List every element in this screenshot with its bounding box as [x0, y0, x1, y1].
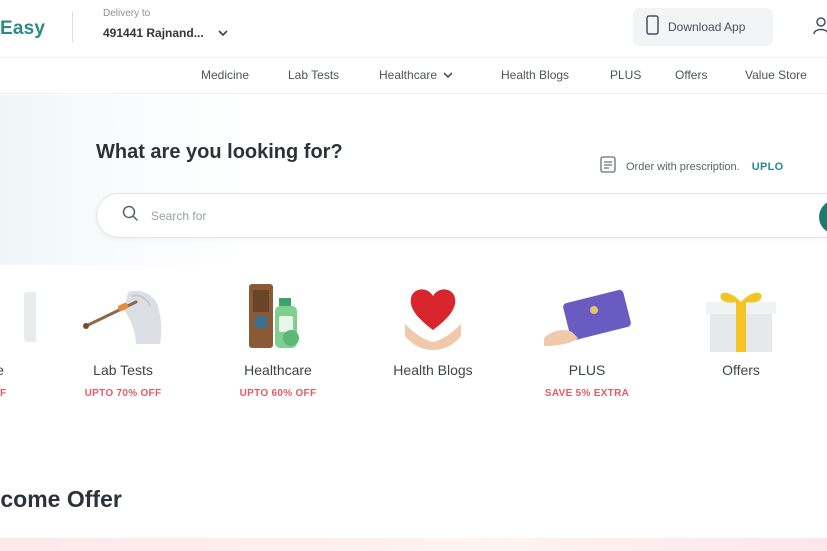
prescription-icon	[600, 156, 616, 178]
header-divider	[72, 12, 73, 42]
brand-logo[interactable]: Easy	[0, 18, 45, 40]
top-header: Easy Delivery to 491441 Rajnand... Downl…	[0, 0, 827, 58]
chevron-down-icon	[443, 71, 453, 78]
nav-item-healthcare-label: Healthcare	[379, 68, 438, 82]
search-bar[interactable]	[96, 193, 827, 238]
nav-item-healthcare[interactable]: Healthcare	[379, 68, 453, 82]
category-label: Lab Tests	[93, 362, 153, 378]
health-blogs-illustration	[368, 280, 498, 352]
category-lab-tests[interactable]: Lab Tests UPTO 70% OFF	[58, 280, 188, 399]
category-discount: FF	[0, 388, 7, 399]
upload-prescription-link[interactable]: UPLO	[752, 161, 784, 173]
download-app-label: Download App	[668, 20, 746, 34]
nav-item-medicine[interactable]: Medicine	[201, 68, 249, 82]
gift-box-illustration	[676, 280, 806, 352]
chevron-down-icon[interactable]	[218, 24, 228, 42]
delivery-location-row[interactable]: 491441 Rajnand...	[103, 24, 228, 42]
order-with-prescription[interactable]: Order with prescription. UPLO	[600, 156, 783, 178]
user-icon[interactable]	[812, 16, 827, 41]
medicine-illustration	[0, 280, 65, 352]
healthcare-illustration	[213, 280, 343, 352]
hero-background	[0, 95, 827, 265]
category-offers[interactable]: Offers	[676, 280, 806, 388]
lab-tests-illustration	[58, 280, 188, 352]
download-app-button[interactable]: Download App	[633, 8, 773, 46]
welcome-offer-heading: lcome Offer	[0, 486, 122, 512]
search-icon	[122, 205, 139, 227]
search-input[interactable]	[151, 208, 691, 223]
category-label: Offers	[722, 362, 760, 378]
category-plus[interactable]: PLUS SAVE 5% EXTRA	[522, 280, 652, 399]
offer-banner-strip[interactable]	[0, 538, 827, 551]
nav-item-health-blogs[interactable]: Health Blogs	[501, 68, 569, 82]
category-health-blogs[interactable]: Health Blogs	[368, 280, 498, 388]
category-label: e	[0, 362, 65, 378]
nav-item-plus[interactable]: PLUS	[610, 68, 641, 82]
category-discount: SAVE 5% EXTRA	[544, 388, 630, 399]
prescription-text: Order with prescription.	[626, 161, 740, 173]
category-healthcare[interactable]: Healthcare UPTO 60% OFF	[213, 280, 343, 399]
delivery-label: Delivery to	[103, 8, 151, 19]
delivery-location-selector[interactable]: Delivery to 491441 Rajnand...	[103, 8, 228, 42]
category-label: Health Blogs	[393, 362, 473, 378]
category-discount: UPTO 60% OFF	[239, 388, 317, 399]
category-label: PLUS	[568, 362, 606, 378]
nav-item-lab-tests[interactable]: Lab Tests	[288, 68, 339, 82]
category-discount: UPTO 70% OFF	[84, 388, 162, 399]
nav-item-value-store[interactable]: Value Store	[745, 68, 807, 82]
nav-item-offers[interactable]: Offers	[675, 68, 707, 82]
plus-card-illustration	[522, 280, 652, 352]
category-medicine[interactable]: e FF	[0, 280, 65, 399]
main-nav: Medicine Lab Tests Healthcare Health Blo…	[0, 58, 827, 94]
phone-icon	[646, 14, 659, 40]
hero-title: What are you looking for?	[96, 141, 343, 163]
category-label: Healthcare	[244, 362, 312, 378]
delivery-location-value: 491441 Rajnand...	[103, 26, 204, 40]
